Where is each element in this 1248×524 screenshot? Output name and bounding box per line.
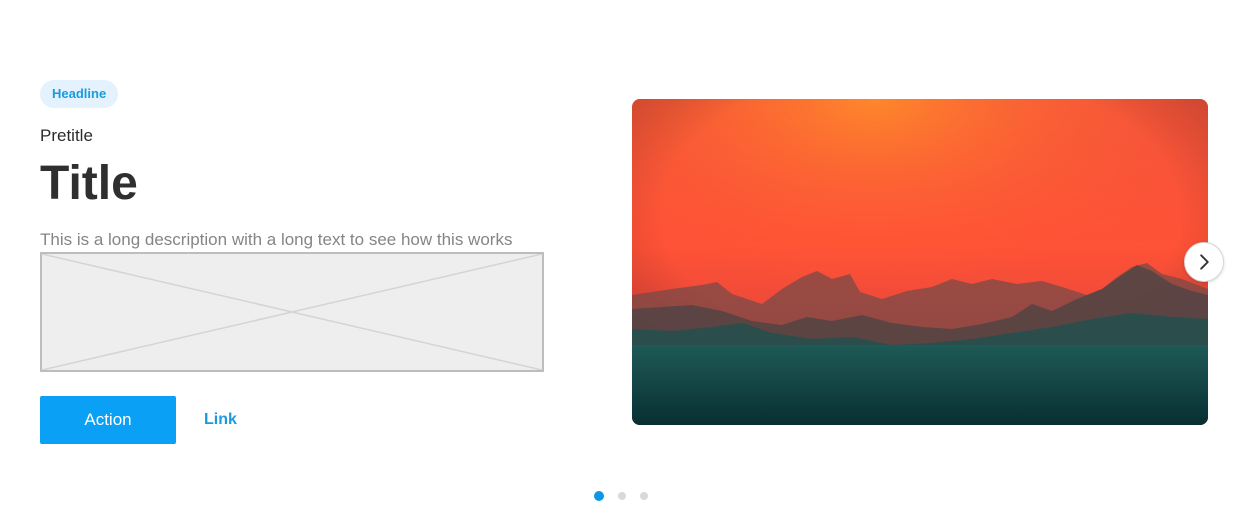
link[interactable]: Link	[204, 408, 237, 432]
pagination-dot-2[interactable]	[618, 492, 626, 500]
carousel-next-button[interactable]	[1184, 242, 1224, 282]
image-placeholder	[40, 252, 544, 372]
placeholder-cross-icon	[42, 254, 542, 370]
description: This is a long description with a long t…	[40, 230, 513, 249]
pagination-dot-3[interactable]	[640, 492, 648, 500]
hero-image	[632, 99, 1208, 425]
action-button[interactable]: Action	[40, 396, 176, 444]
hero-section: Headline Pretitle Title This is a long d…	[0, 0, 1248, 524]
carousel-pagination	[594, 490, 648, 502]
pagination-dot-1[interactable]	[594, 491, 604, 501]
headline-badge: Headline	[40, 80, 119, 108]
pretitle: Pretitle	[40, 126, 93, 145]
sunset-mountains-image	[632, 99, 1208, 425]
chevron-right-icon	[1200, 254, 1209, 270]
page-title: Title	[40, 157, 138, 210]
